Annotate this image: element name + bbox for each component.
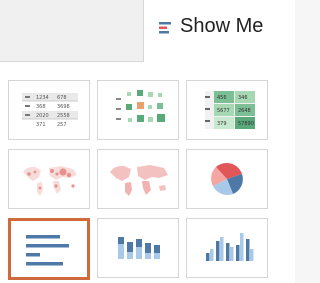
chart-type-pie-chart[interactable] bbox=[186, 149, 268, 209]
cell-value: 3698 bbox=[57, 104, 70, 110]
chart-type-horizontal-bars[interactable] bbox=[8, 218, 90, 280]
chart-type-highlight-table[interactable]: 456 346 5677 2648 379 57890 bbox=[186, 80, 268, 140]
cell-value: 1234 bbox=[36, 95, 49, 101]
side-by-side-bars-thumbnail bbox=[206, 233, 254, 261]
chart-type-filled-map[interactable] bbox=[97, 149, 179, 209]
chart-type-heat-map[interactable] bbox=[97, 80, 179, 140]
cell-value: 456 bbox=[217, 95, 227, 101]
cell-value: 379 bbox=[217, 121, 227, 127]
horizontal-bars-thumbnail bbox=[26, 235, 69, 266]
text-table-thumbnail: 1234 678 368 3698 2020 2558 371 257 bbox=[22, 93, 78, 128]
cell-value: 371 bbox=[36, 122, 46, 128]
cell-value: 5677 bbox=[217, 108, 230, 114]
heat-map-thumbnail bbox=[116, 90, 165, 122]
stacked-bars-thumbnail bbox=[118, 237, 160, 259]
cell-value: 57890 bbox=[238, 121, 254, 127]
chart-type-stacked-bars[interactable] bbox=[97, 218, 179, 278]
symbol-map-thumbnail bbox=[23, 166, 77, 196]
chart-type-gallery: 1234 678 368 3698 2020 2558 371 257 456 … bbox=[0, 62, 295, 283]
chart-type-symbol-map[interactable] bbox=[8, 149, 90, 209]
cell-value: 346 bbox=[238, 95, 248, 101]
filled-map-thumbnail bbox=[110, 165, 168, 196]
pie-chart-thumbnail bbox=[211, 162, 243, 196]
cell-value: 368 bbox=[36, 104, 46, 110]
show-me-tab[interactable]: Show Me bbox=[143, 0, 295, 62]
cell-value: 2558 bbox=[57, 113, 70, 119]
cell-value: 2020 bbox=[36, 113, 49, 119]
chart-type-side-by-side-bars[interactable] bbox=[186, 218, 268, 278]
chart-type-text-table[interactable]: 1234 678 368 3698 2020 2558 371 257 bbox=[8, 80, 90, 140]
cell-value: 678 bbox=[57, 95, 67, 101]
show-me-bars-icon bbox=[159, 22, 171, 34]
cell-value: 257 bbox=[57, 122, 67, 128]
show-me-title: Show Me bbox=[180, 15, 264, 37]
highlight-table-thumbnail: 456 346 5677 2648 379 57890 bbox=[205, 91, 255, 129]
cell-value: 2648 bbox=[238, 108, 251, 114]
